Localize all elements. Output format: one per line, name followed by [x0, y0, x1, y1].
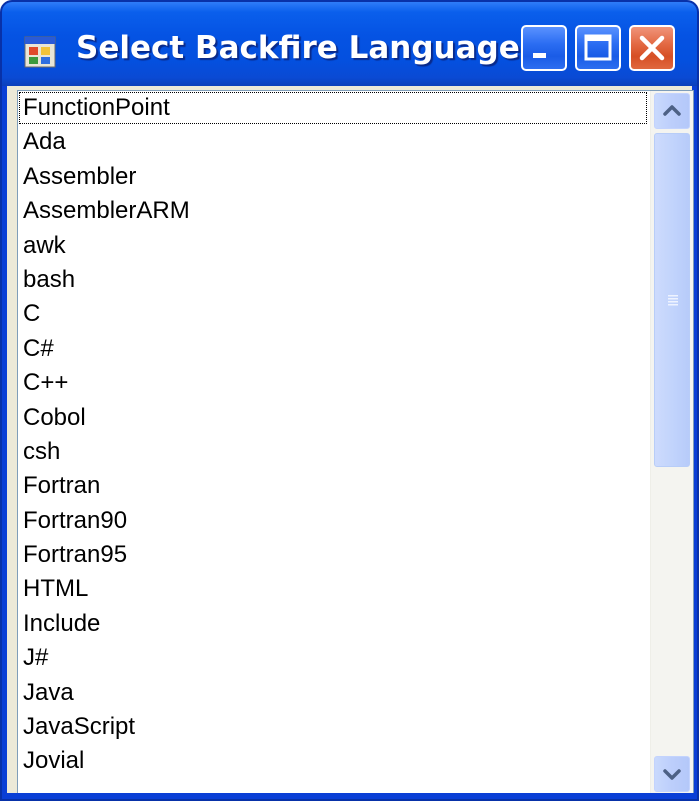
list-item[interactable]: Fortran	[18, 469, 648, 503]
chevron-up-icon	[663, 105, 681, 116]
list-item[interactable]: Cobol	[18, 401, 648, 435]
vertical-scrollbar[interactable]	[650, 91, 693, 794]
list-item[interactable]: Ada	[18, 125, 648, 159]
list-item[interactable]: awk	[18, 229, 648, 263]
minimize-icon	[533, 53, 546, 58]
list-item[interactable]: C#	[18, 332, 648, 366]
dialog-window: Select Backfire Language FunctionPoint A…	[0, 0, 699, 801]
list-item[interactable]: Include	[18, 607, 648, 641]
list-item[interactable]: C++	[18, 366, 648, 400]
list-item[interactable]: csh	[18, 435, 648, 469]
chevron-down-icon	[663, 769, 681, 780]
grip-icon	[668, 295, 678, 306]
list-item[interactable]: JavaScript	[18, 710, 648, 744]
list-item[interactable]: Fortran90	[18, 504, 648, 538]
list-item[interactable]: FunctionPoint	[18, 91, 648, 125]
scroll-down-button[interactable]	[654, 756, 690, 792]
maximize-icon	[584, 34, 612, 61]
language-listbox[interactable]: FunctionPoint Ada Assembler AssemblerARM…	[17, 90, 694, 795]
list-item[interactable]: Fortran95	[18, 538, 648, 572]
list-item[interactable]: AssemblerARM	[18, 194, 648, 228]
list-item[interactable]: C	[18, 297, 648, 331]
window-title: Select Backfire Language	[76, 30, 520, 66]
language-list: FunctionPoint Ada Assembler AssemblerARM…	[18, 91, 648, 779]
list-item[interactable]: J#	[18, 641, 648, 675]
title-bar[interactable]: Select Backfire Language	[2, 2, 697, 86]
close-button[interactable]	[629, 25, 675, 71]
list-item[interactable]: Assembler	[18, 160, 648, 194]
close-icon	[639, 35, 665, 61]
minimize-button[interactable]	[521, 25, 567, 71]
scroll-up-button[interactable]	[654, 93, 690, 129]
list-item[interactable]: Java	[18, 676, 648, 710]
list-item[interactable]: HTML	[18, 572, 648, 606]
dialog-client-area: FunctionPoint Ada Assembler AssemblerARM…	[7, 86, 694, 795]
list-item[interactable]: Jovial	[18, 744, 648, 778]
window-bottom-border	[2, 793, 697, 799]
maximize-button[interactable]	[575, 25, 621, 71]
application-icon[interactable]	[24, 36, 56, 68]
list-item[interactable]: bash	[18, 263, 648, 297]
scrollbar-thumb[interactable]	[654, 133, 690, 467]
